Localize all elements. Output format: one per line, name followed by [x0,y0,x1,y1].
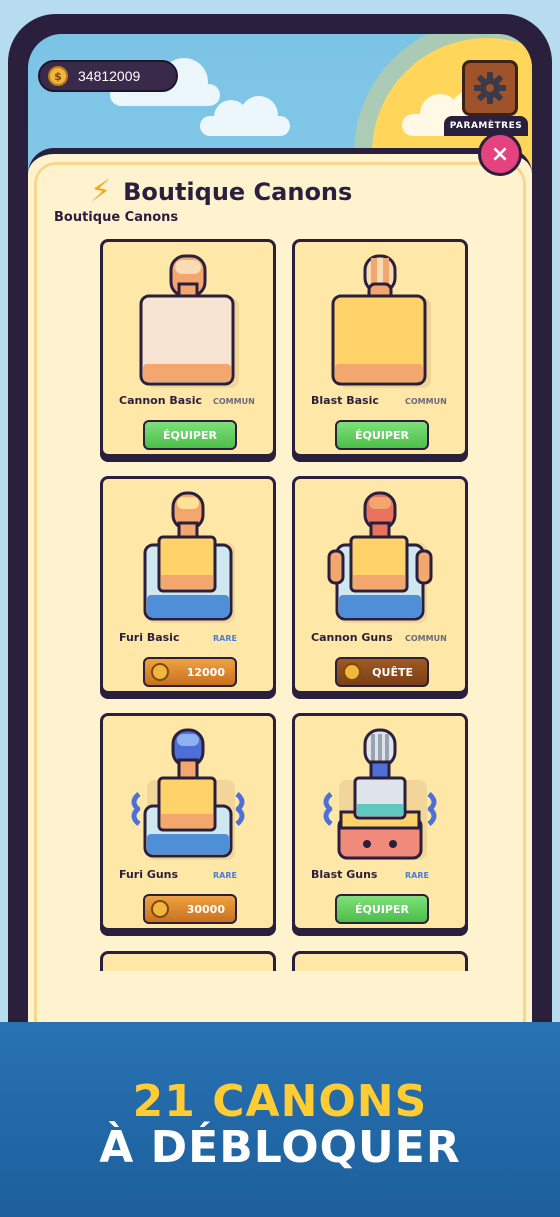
buy-button[interactable]: 30000 [143,894,237,924]
equip-button[interactable]: ÉQUIPER [335,894,429,924]
cannon-card[interactable]: Blast Basic COMMUN ÉQUIPER [292,239,468,457]
blast-basic-icon [331,254,431,388]
rarity-label: RARE [213,634,237,643]
banner-subheadline: À DÉBLOQUER [99,1122,461,1173]
coin-balance: $ 34812009 [38,60,178,92]
section-subtitle: Boutique Canons [54,210,179,225]
cannon-card-partial[interactable] [292,951,468,971]
cannon-name: Furi Guns [119,868,179,881]
cannon-name: Furi Basic [119,631,180,644]
rarity-label: COMMUN [405,634,447,643]
cannon-name: Cannon Basic [119,394,203,407]
cannon-name: Cannon Guns [311,631,393,644]
cannon-card[interactable]: Cannon Guns COMMUN QUÊTE [292,476,468,694]
promo-banner: 21 CANONS À DÉBLOQUER [0,1022,560,1217]
coin-icon: $ [48,66,68,86]
cannon-card[interactable]: Furi Basic RARE 12000 [100,476,276,694]
price-label: 12000 [186,665,225,679]
settings-label: PARAMÈTRES [444,116,528,136]
cannon-guns-icon [327,491,433,623]
close-button[interactable]: × [478,132,522,176]
cannon-name: Blast Basic [311,394,379,407]
cannon-card[interactable]: Blast Guns RARE ÉQUIPER [292,713,468,931]
quest-button[interactable]: QUÊTE [335,657,429,687]
cannon-name: Blast Guns [311,868,378,881]
price-label: 30000 [186,902,225,916]
page-title: Boutique Canons [123,177,353,206]
cannon-card-partial[interactable] [100,951,276,971]
coin-icon [343,663,361,681]
banner-headline: 21 CANONS [132,1076,428,1127]
shop-header: ⚡ Boutique Canons [90,174,352,209]
cannon-card[interactable]: Cannon Basic COMMUN ÉQUIPER [100,239,276,457]
cannon-card[interactable]: Furi Guns RARE 30000 [100,713,276,931]
lightning-icon: ⚡ [90,174,112,209]
settings-button[interactable] [462,60,518,116]
cannon-basic-icon [139,254,239,388]
rarity-label: RARE [213,871,237,880]
gear-icon [474,72,506,104]
furi-basic-icon [143,491,235,623]
cloud-decoration [200,96,290,136]
blast-guns-icon [323,728,437,860]
quest-label: QUÊTE [372,665,413,679]
coin-icon [151,900,169,918]
rarity-label: COMMUN [405,397,447,406]
equip-button[interactable]: ÉQUIPER [143,420,237,450]
rarity-label: COMMUN [213,397,255,406]
coin-balance-value: 34812009 [78,68,141,84]
buy-button[interactable]: 12000 [143,657,237,687]
equip-button[interactable]: ÉQUIPER [335,420,429,450]
furi-guns-icon [131,728,245,860]
coin-icon [151,663,169,681]
rarity-label: RARE [405,871,429,880]
